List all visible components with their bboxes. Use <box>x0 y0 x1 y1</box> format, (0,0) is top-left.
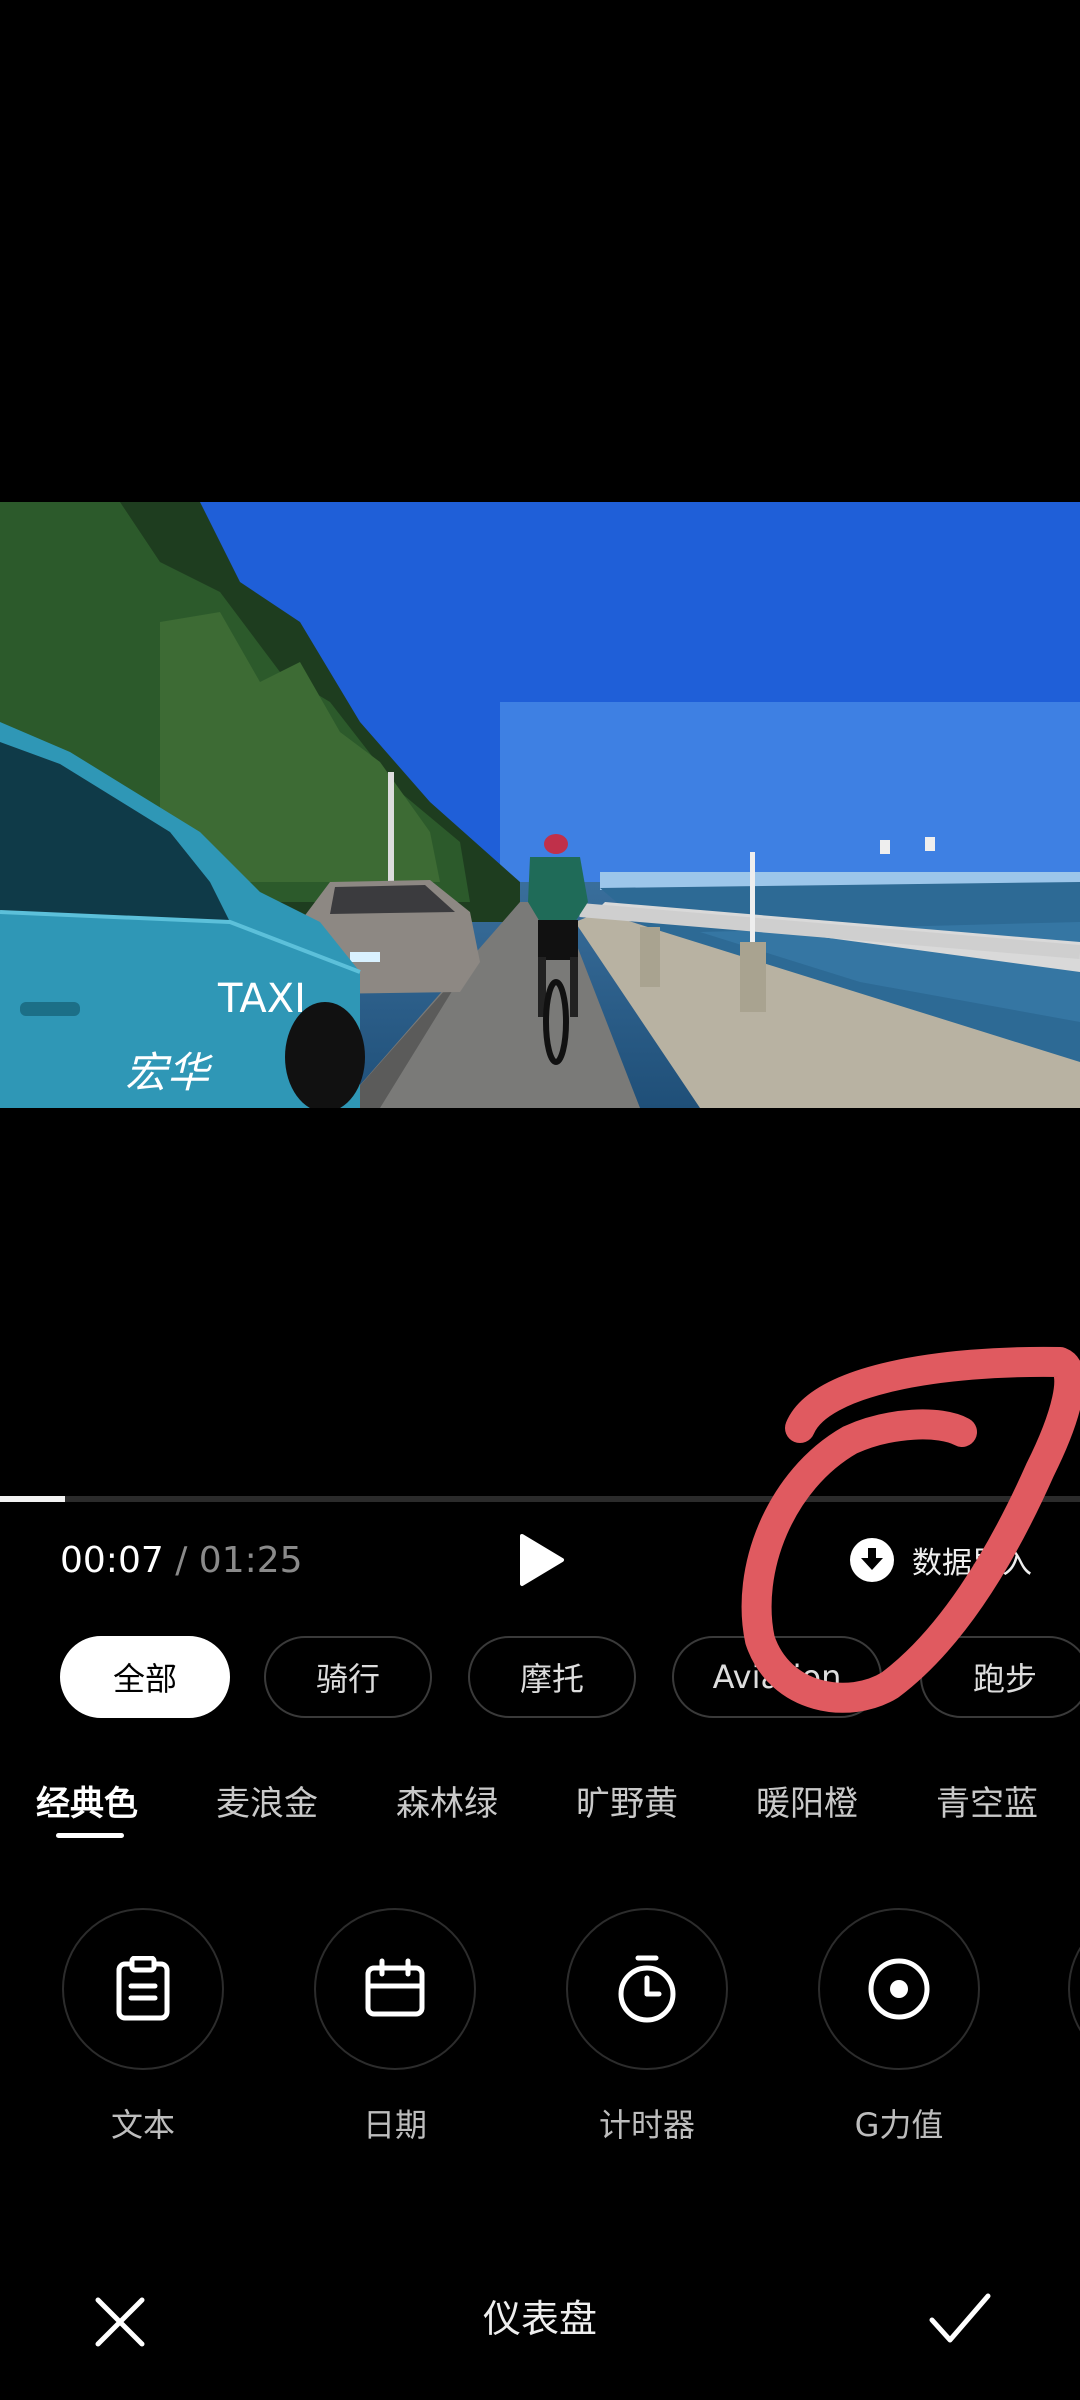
color-tab-gold[interactable]: 麦浪金 <box>216 1776 318 1825</box>
tool-timer[interactable]: 计时器 <box>564 1908 730 2146</box>
play-icon <box>520 1534 564 1586</box>
tool-date-label: 日期 <box>362 2106 427 2144</box>
progress-bar[interactable] <box>0 1496 1080 1502</box>
color-tab-forest[interactable]: 森林绿 <box>396 1776 498 1825</box>
more-tool-circle <box>1068 1908 1080 2070</box>
target-icon <box>818 1908 980 2070</box>
chip-all[interactable]: 全部 <box>60 1636 230 1718</box>
color-tab-classic[interactable]: 经典色 <box>36 1776 138 1825</box>
current-time: 00:07 <box>60 1540 164 1581</box>
color-tab-yellow[interactable]: 旷野黄 <box>576 1776 678 1825</box>
color-theme-tabs: 经典色 麦浪金 森林绿 旷野黄 暖阳橙 青空蓝 <box>0 1776 1080 1846</box>
chip-aviation[interactable]: Aviation <box>672 1636 882 1718</box>
chip-running[interactable]: 跑步 <box>920 1636 1080 1718</box>
active-tab-underline <box>56 1833 124 1838</box>
data-import-label: 数据导入 <box>912 1546 1032 1581</box>
color-tab-blue[interactable]: 青空蓝 <box>936 1776 1038 1825</box>
color-tab-orange[interactable]: 暖阳橙 <box>756 1776 858 1825</box>
tool-timer-label: 计时器 <box>598 2106 695 2144</box>
taxi-text: TAXI <box>217 976 306 1022</box>
time-display: 00:07 / 01:25 <box>60 1538 303 1584</box>
category-chips: 全部 骑行 摩托 Aviation 跑步 <box>60 1636 1080 1722</box>
chip-motorcycle[interactable]: 摩托 <box>468 1636 636 1718</box>
time-separator: / <box>175 1540 188 1581</box>
data-import-button[interactable]: 数据导入 <box>850 1535 1032 1585</box>
download-icon <box>850 1538 894 1582</box>
confirm-button[interactable] <box>928 2290 992 2348</box>
taxi-company: 宏华 <box>125 1048 213 1097</box>
video-preview[interactable]: TAXI 宏华 <box>0 502 1080 1108</box>
tool-date[interactable]: 日期 <box>312 1908 478 2146</box>
calendar-icon <box>314 1908 476 2070</box>
clipboard-icon <box>62 1908 224 2070</box>
play-button[interactable] <box>516 1532 568 1588</box>
tool-gforce[interactable]: G力值 <box>816 1908 982 2146</box>
page-title: 仪表盘 <box>482 2297 597 2341</box>
tool-more[interactable] <box>1068 1908 1080 2070</box>
total-time: 01:25 <box>198 1540 303 1581</box>
tool-gforce-label: G力值 <box>854 2106 944 2144</box>
check-icon <box>929 2293 991 2343</box>
tool-text-label: 文本 <box>110 2106 175 2144</box>
tool-text[interactable]: 文本 <box>60 1908 226 2146</box>
stopwatch-icon <box>566 1908 728 2070</box>
bottom-bar: 仪表盘 <box>0 2270 1080 2360</box>
progress-fill <box>0 1496 65 1502</box>
chip-cycling[interactable]: 骑行 <box>264 1636 432 1718</box>
